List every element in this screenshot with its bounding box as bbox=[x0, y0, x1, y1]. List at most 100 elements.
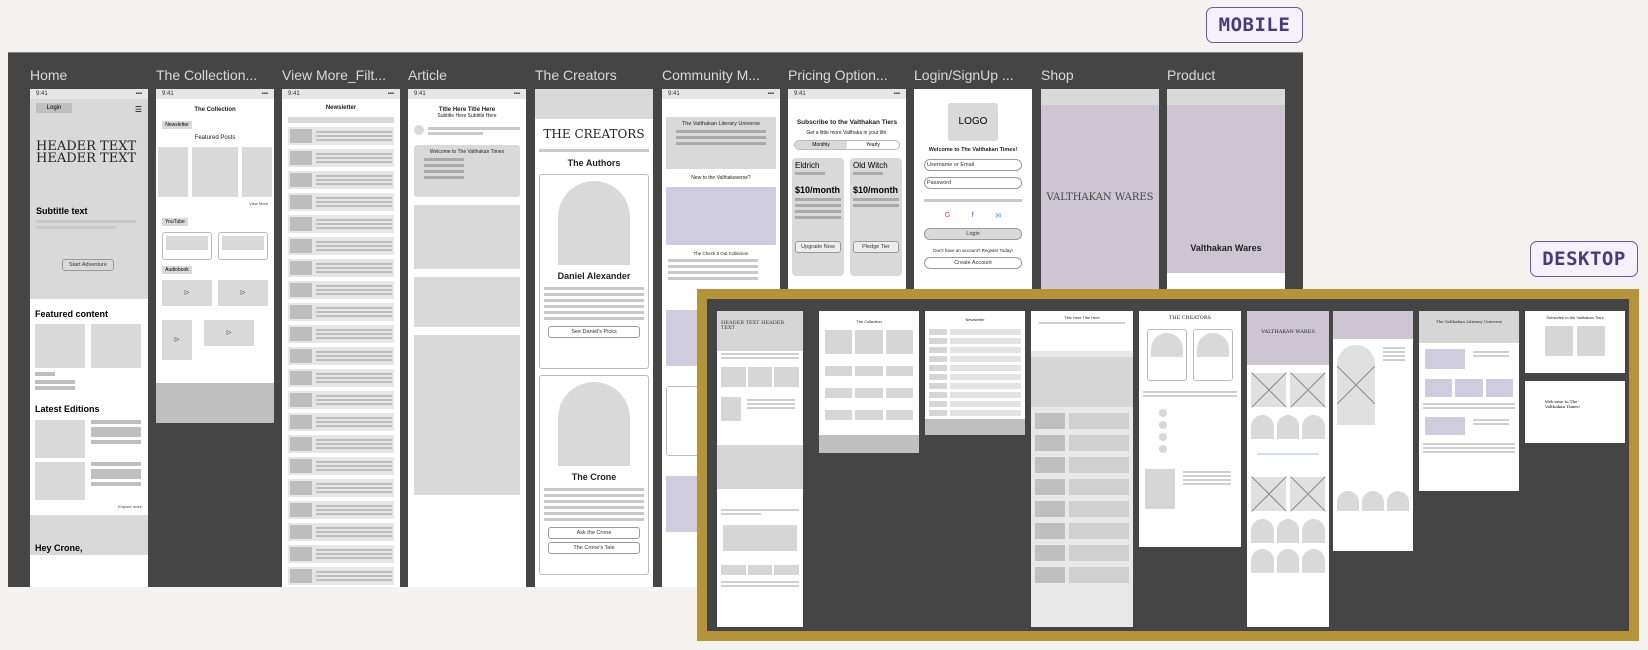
frame-label-home[interactable]: Home bbox=[30, 67, 67, 83]
ask-crone-button[interactable]: Ask the Crone bbox=[548, 527, 640, 539]
frame-label-pricing[interactable]: Pricing Option... bbox=[788, 67, 888, 83]
upgrade-button[interactable]: Upgrade Now bbox=[795, 241, 841, 253]
newsletter-row[interactable] bbox=[288, 545, 394, 563]
tier-price: $10/month bbox=[795, 185, 841, 195]
frame-label-shop[interactable]: Shop bbox=[1041, 67, 1074, 83]
desktop-newsletter-row[interactable] bbox=[929, 356, 1021, 362]
desktop-login-frame[interactable]: Welcome to The Valthakan Times! bbox=[1525, 381, 1625, 443]
desktop-collection-frame[interactable]: The Collection bbox=[819, 311, 919, 453]
create-account-button[interactable]: Create Account bbox=[924, 257, 1022, 269]
desktop-product-frame[interactable] bbox=[1333, 311, 1413, 551]
desktop-pricing-frame[interactable]: Subscribe to the Valthakan Tiers bbox=[1525, 311, 1625, 373]
newsletter-row[interactable] bbox=[288, 435, 394, 453]
desktop-article-row bbox=[1035, 479, 1129, 495]
home-frame[interactable]: 9:41 ▪▪▪ Login ☰ HEADER TEXT HEADER TEXT … bbox=[30, 89, 148, 587]
desktop-newsletter-row[interactable] bbox=[929, 392, 1021, 398]
desktop-newsletter-row[interactable] bbox=[929, 365, 1021, 371]
username-field[interactable]: Username or Email bbox=[924, 159, 1022, 171]
play-icon[interactable]: ▷ bbox=[218, 280, 268, 306]
desktop-newsletter-frame[interactable]: Newsletter bbox=[925, 311, 1025, 435]
newsletter-row[interactable] bbox=[288, 413, 394, 431]
frame-label-article[interactable]: Article bbox=[408, 67, 447, 83]
desktop-newsletter-row[interactable] bbox=[929, 347, 1021, 353]
desktop-community-frame[interactable]: The Valthakan Literary Universe bbox=[1419, 311, 1519, 491]
newsletter-row[interactable] bbox=[288, 479, 394, 497]
menu-icon[interactable]: ☰ bbox=[135, 105, 142, 114]
newsletter-row[interactable] bbox=[288, 523, 394, 541]
author-name: Daniel Alexander bbox=[557, 271, 631, 281]
product-hero: Valthakan Wares bbox=[1167, 105, 1285, 273]
desktop-section-tag: DESKTOP bbox=[1530, 241, 1638, 277]
newsletter-row[interactable] bbox=[288, 237, 394, 255]
hey-crone-section: Hey Crone, bbox=[30, 515, 148, 555]
facebook-icon[interactable]: f bbox=[972, 212, 974, 220]
pledge-button[interactable]: Pledge Tier bbox=[853, 241, 899, 253]
newsletter-row[interactable] bbox=[288, 369, 394, 387]
login-frame[interactable]: LOGO Welcome to The Valthakan Times! Use… bbox=[914, 89, 1032, 289]
start-adventure-button[interactable]: Start Adventure bbox=[62, 259, 114, 271]
newsletter-row[interactable] bbox=[288, 325, 394, 343]
register-link[interactable]: Don't have an account? Register Today! bbox=[914, 248, 1032, 253]
view-more-link[interactable]: View More bbox=[162, 201, 268, 206]
frame-label-product[interactable]: Product bbox=[1167, 67, 1215, 83]
newsletter-row[interactable] bbox=[288, 347, 394, 365]
frame-label-creators[interactable]: The Creators bbox=[535, 67, 617, 83]
desktop-shop-frame[interactable]: VALTHAKAN WARES bbox=[1247, 311, 1329, 627]
shop-frame[interactable]: VALTHAKAN WARES bbox=[1041, 89, 1159, 289]
newsletter-row[interactable] bbox=[288, 259, 394, 277]
desktop-article-title: Title Here Title Here bbox=[1064, 315, 1100, 320]
play-icon[interactable]: ▷ bbox=[162, 280, 212, 306]
desktop-newsletter-row[interactable] bbox=[929, 410, 1021, 416]
desktop-home-frame[interactable]: HEADER TEXT HEADER TEXT bbox=[717, 311, 803, 627]
password-field[interactable]: Password bbox=[924, 177, 1022, 189]
newsletter-row[interactable] bbox=[288, 171, 394, 189]
featured-card[interactable] bbox=[91, 324, 141, 368]
desktop-newsletter-row[interactable] bbox=[929, 383, 1021, 389]
newsletter-frame[interactable]: 9:41 ▪▪▪ Newsletter bbox=[282, 89, 400, 587]
see-picks-button[interactable]: See Daniel's Picks bbox=[548, 326, 640, 338]
newsletter-row[interactable] bbox=[288, 215, 394, 233]
audiobook-tab[interactable]: Audiobook bbox=[162, 266, 192, 274]
login-submit-button[interactable]: Login bbox=[924, 228, 1022, 240]
newsletter-tab[interactable]: Newsletter bbox=[162, 121, 192, 129]
newsletter-row[interactable] bbox=[288, 391, 394, 409]
youtube-tab[interactable]: YouTube bbox=[162, 218, 188, 226]
newsletter-row[interactable] bbox=[288, 149, 394, 167]
monthly-option[interactable]: Monthly bbox=[795, 141, 847, 149]
newsletter-row[interactable] bbox=[288, 303, 394, 321]
yearly-option[interactable]: Yearly bbox=[847, 141, 899, 149]
newsletter-row[interactable] bbox=[288, 457, 394, 475]
pricing-frame[interactable]: 9:41 ▪▪▪ Subscribe to the Valthakan Tiers… bbox=[788, 89, 906, 289]
desktop-shop-brand: VALTHAKAN WARES bbox=[1261, 329, 1315, 335]
tier-name: Eldrich bbox=[795, 161, 820, 170]
newsletter-row[interactable] bbox=[288, 193, 394, 211]
latest-heading: Latest Editions bbox=[35, 404, 100, 414]
frame-label-community[interactable]: Community M... bbox=[662, 67, 760, 83]
email-icon[interactable]: ✉ bbox=[995, 212, 1001, 220]
desktop-newsletter-row[interactable] bbox=[929, 338, 1021, 344]
crone-tale-button[interactable]: The Crone's Tale bbox=[548, 542, 640, 554]
frame-label-login[interactable]: Login/SignUp ... bbox=[914, 67, 1014, 83]
desktop-creators-frame[interactable]: THE CREATORS bbox=[1139, 311, 1241, 547]
creators-frame[interactable]: THE CREATORS The Authors Daniel Alexande… bbox=[535, 89, 653, 587]
collection-frame[interactable]: 9:41 ▪▪▪ The Collection Newsletter Featur… bbox=[156, 89, 274, 423]
newsletter-row[interactable] bbox=[288, 501, 394, 519]
newsletter-row[interactable] bbox=[288, 567, 394, 585]
desktop-newsletter-row[interactable] bbox=[929, 374, 1021, 380]
article-frame[interactable]: 9:41 ▪▪▪ Title Here Title Here Subtitle H… bbox=[408, 89, 526, 587]
newsletter-row[interactable] bbox=[288, 281, 394, 299]
desktop-newsletter-row[interactable] bbox=[929, 401, 1021, 407]
desktop-article-frame[interactable]: Title Here Title Here bbox=[1031, 311, 1133, 627]
login-button[interactable]: Login bbox=[36, 103, 72, 113]
frame-label-collection[interactable]: The Collection... bbox=[156, 67, 257, 83]
newsletter-row[interactable] bbox=[288, 127, 394, 145]
desktop-newsletter-row[interactable] bbox=[929, 329, 1021, 335]
featured-card[interactable] bbox=[35, 324, 85, 368]
desktop-canvas: HEADER TEXT HEADER TEXT The Collection N… bbox=[707, 299, 1629, 631]
frame-label-view-more[interactable]: View More_Filt... bbox=[282, 67, 386, 83]
explore-more-link[interactable]: Explore more bbox=[30, 504, 142, 509]
billing-toggle[interactable]: Monthly Yearly bbox=[794, 140, 900, 150]
product-frame[interactable]: Valthakan Wares bbox=[1167, 89, 1285, 289]
google-icon[interactable]: G bbox=[945, 212, 950, 220]
tier-price: $10/month bbox=[853, 185, 899, 195]
